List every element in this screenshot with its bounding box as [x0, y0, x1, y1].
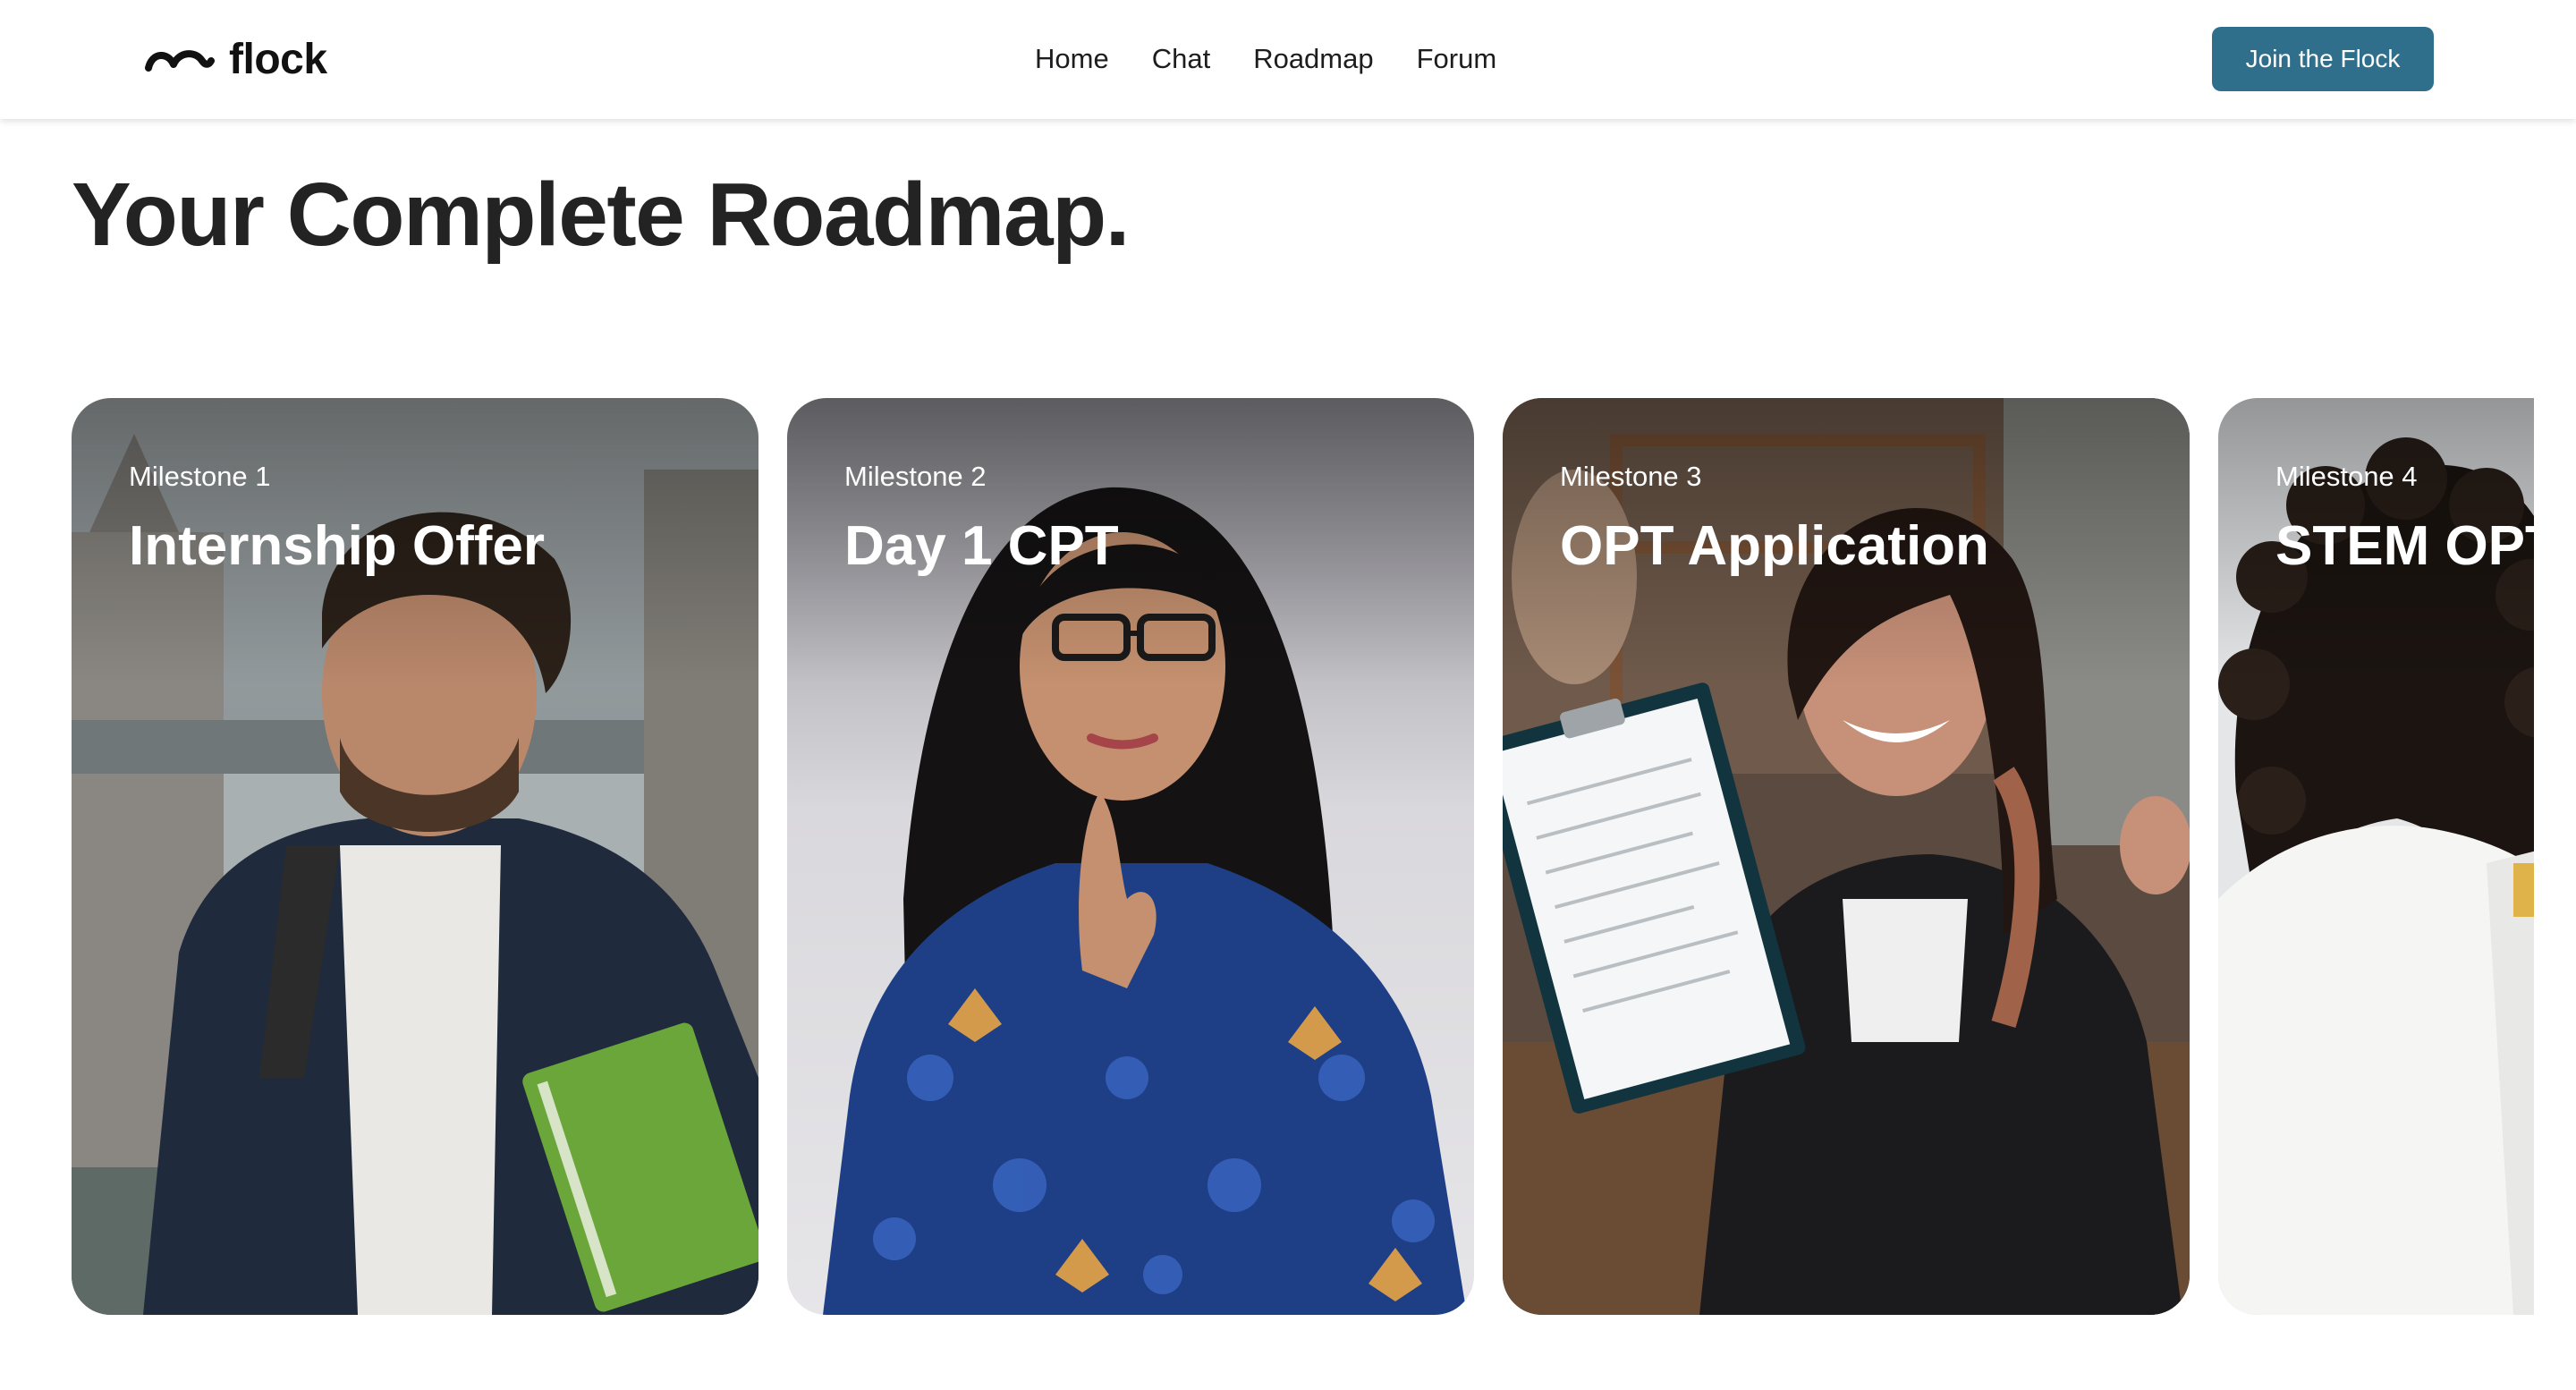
milestone-label: Milestone 4	[2275, 461, 2418, 492]
nav-link-home[interactable]: Home	[1035, 43, 1109, 75]
milestone-label: Milestone 1	[129, 461, 271, 492]
milestone-title: Internship Offer	[129, 515, 546, 577]
page-title: Your Complete Roadmap.	[72, 165, 1130, 265]
nav-link-forum[interactable]: Forum	[1417, 43, 1497, 75]
milestone-label: Milestone 3	[1560, 461, 1702, 492]
milestone-title: Day 1 CPT	[844, 515, 1119, 577]
brand-logo[interactable]: flock	[143, 32, 327, 86]
main-nav: Home Chat Roadmap Forum	[1035, 39, 1496, 79]
nav-link-chat[interactable]: Chat	[1152, 43, 1210, 75]
milestone-label: Milestone 2	[844, 461, 987, 492]
nav-link-roadmap[interactable]: Roadmap	[1253, 43, 1373, 75]
top-navbar: flock Home Chat Roadmap Forum Join the F…	[0, 0, 2576, 119]
milestone-title: STEM OPT	[2275, 515, 2534, 577]
flock-wave-icon	[145, 50, 215, 72]
join-the-flock-button[interactable]: Join the Flock	[2212, 27, 2434, 91]
milestone-card-4[interactable]: Milestone 4 STEM OPT	[2218, 398, 2534, 1315]
milestone-card-3[interactable]: Milestone 3 OPT Application	[1503, 398, 2190, 1315]
milestone-carousel[interactable]: Milestone 1 Internship Offer Milestone 2…	[72, 398, 2534, 1315]
milestone-card-1[interactable]: Milestone 1 Internship Offer	[72, 398, 758, 1315]
brand-name: flock	[229, 35, 327, 83]
milestone-title: OPT Application	[1560, 515, 1989, 577]
milestone-card-2[interactable]: Milestone 2 Day 1 CPT	[787, 398, 1474, 1315]
